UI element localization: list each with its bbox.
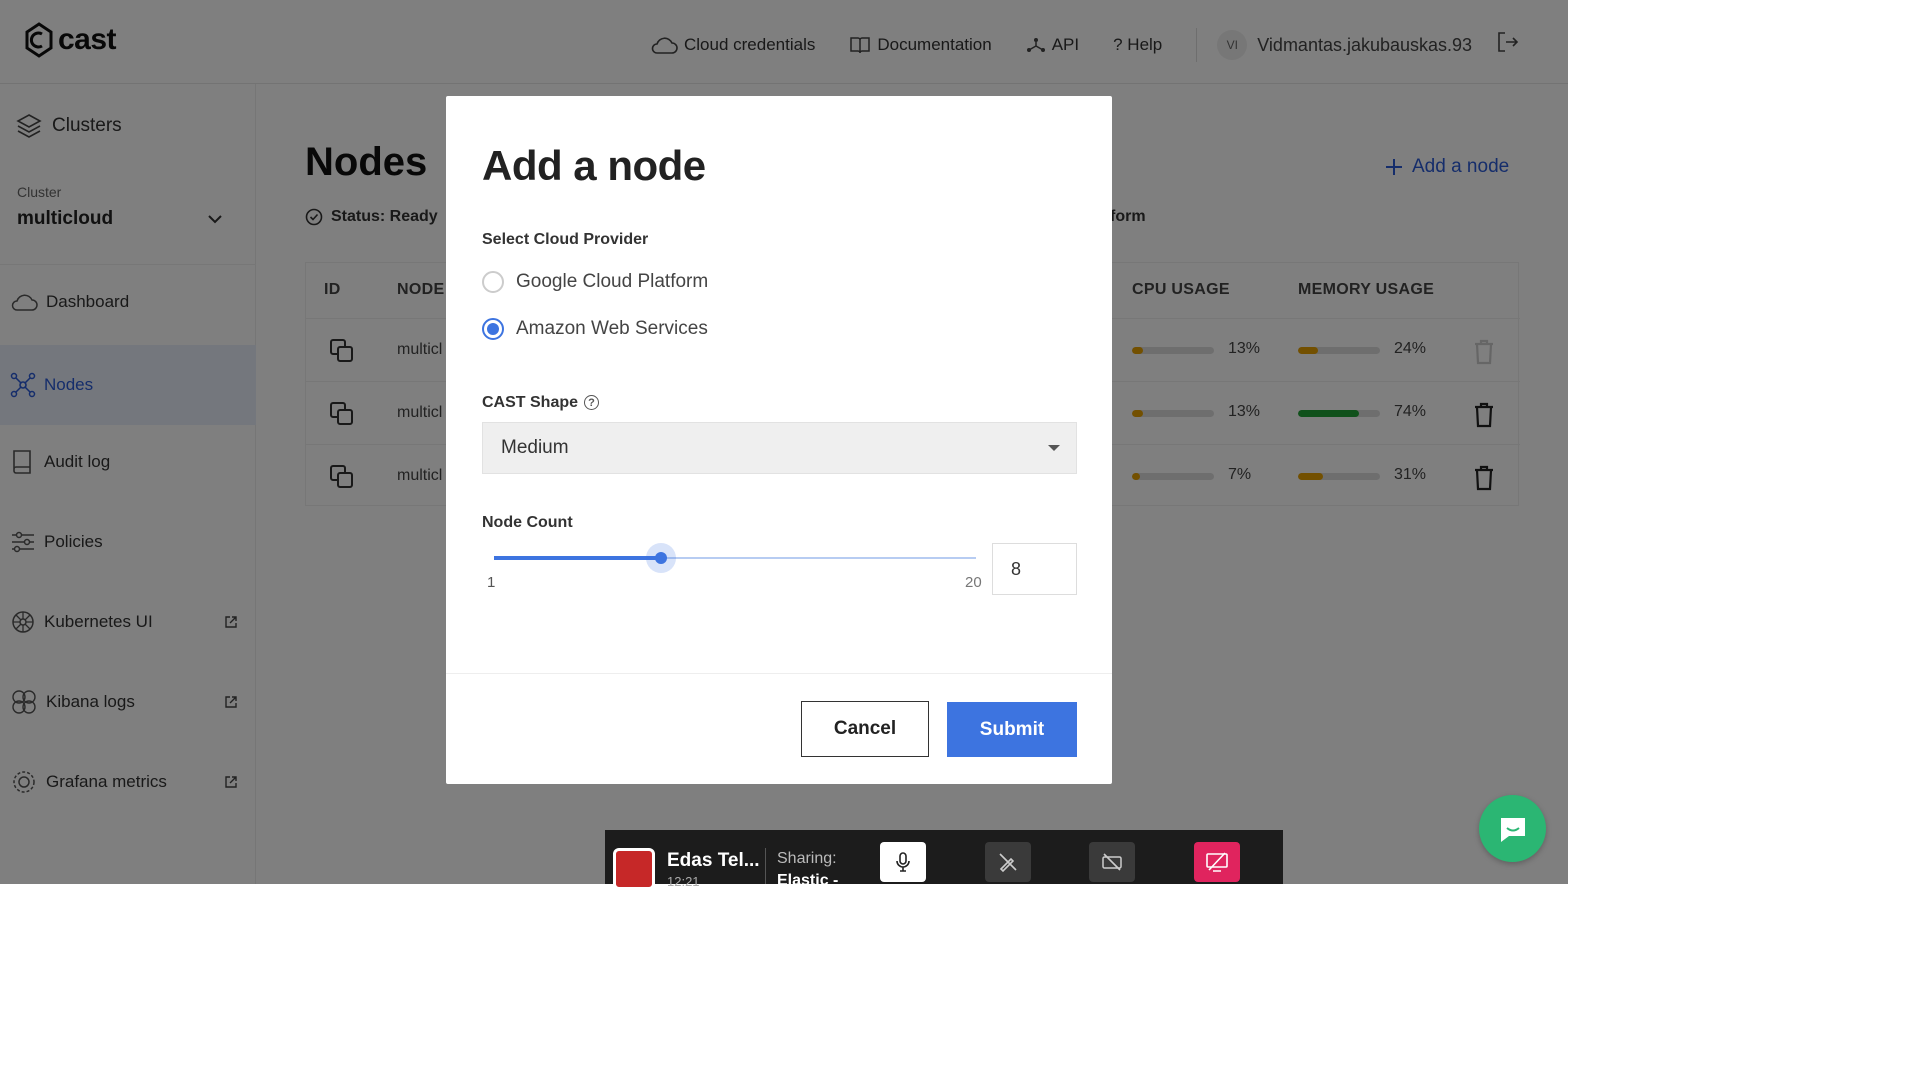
radio-aws[interactable]: Amazon Web Services	[482, 318, 708, 340]
sharer-name: Edas Tel...	[667, 850, 760, 871]
shape-select[interactable]: Medium	[482, 422, 1077, 474]
chat-icon	[1500, 817, 1525, 842]
chat-widget-button[interactable]	[1479, 795, 1546, 862]
radio-label: Google Cloud Platform	[516, 271, 709, 292]
slider-max-label: 20	[965, 574, 982, 591]
modal-title: Add a node	[482, 142, 706, 189]
shape-label-text: CAST Shape	[482, 394, 579, 411]
node-count-label: Node Count	[482, 514, 573, 531]
sharing-label: Sharing:	[777, 850, 837, 867]
node-count-input[interactable]	[992, 543, 1077, 595]
stop-sharing-button[interactable]	[1194, 842, 1240, 882]
radio-button[interactable]	[482, 318, 504, 340]
remote-control-button[interactable]	[1089, 842, 1135, 882]
modal-divider	[446, 673, 1112, 674]
screen-share-bar: Edas Tel... 12:21 Sharing: Elastic -	[605, 830, 1283, 890]
add-node-modal: Add a node Select Cloud Provider Google …	[446, 96, 1112, 784]
keyboard-off-icon	[1102, 853, 1122, 871]
submit-button[interactable]: Submit	[947, 702, 1077, 757]
microphone-button[interactable]	[880, 842, 926, 882]
slider-min-label: 1	[487, 574, 496, 591]
node-count-slider-thumb[interactable]	[654, 552, 667, 564]
pen-off-icon	[999, 853, 1017, 873]
sharer-avatar	[613, 848, 655, 890]
caret-down-icon	[1048, 445, 1060, 451]
sharing-value: Elastic -	[777, 872, 839, 889]
draw-toggle-button[interactable]	[985, 842, 1031, 882]
help-icon[interactable]: ?	[584, 395, 600, 411]
shape-select-value: Medium	[501, 437, 569, 458]
radio-label: Amazon Web Services	[516, 318, 708, 339]
share-time: 12:21	[667, 874, 700, 889]
screen-share-off-icon	[1206, 852, 1228, 872]
provider-label: Select Cloud Provider	[482, 231, 649, 248]
radio-google-cloud[interactable]: Google Cloud Platform	[482, 271, 708, 293]
node-count-slider-fill	[494, 556, 661, 560]
shape-label: CAST Shape?	[482, 394, 600, 412]
cancel-button[interactable]: Cancel	[801, 701, 929, 757]
radio-button[interactable]	[482, 271, 504, 293]
microphone-icon	[896, 852, 910, 872]
share-separator	[765, 848, 766, 884]
